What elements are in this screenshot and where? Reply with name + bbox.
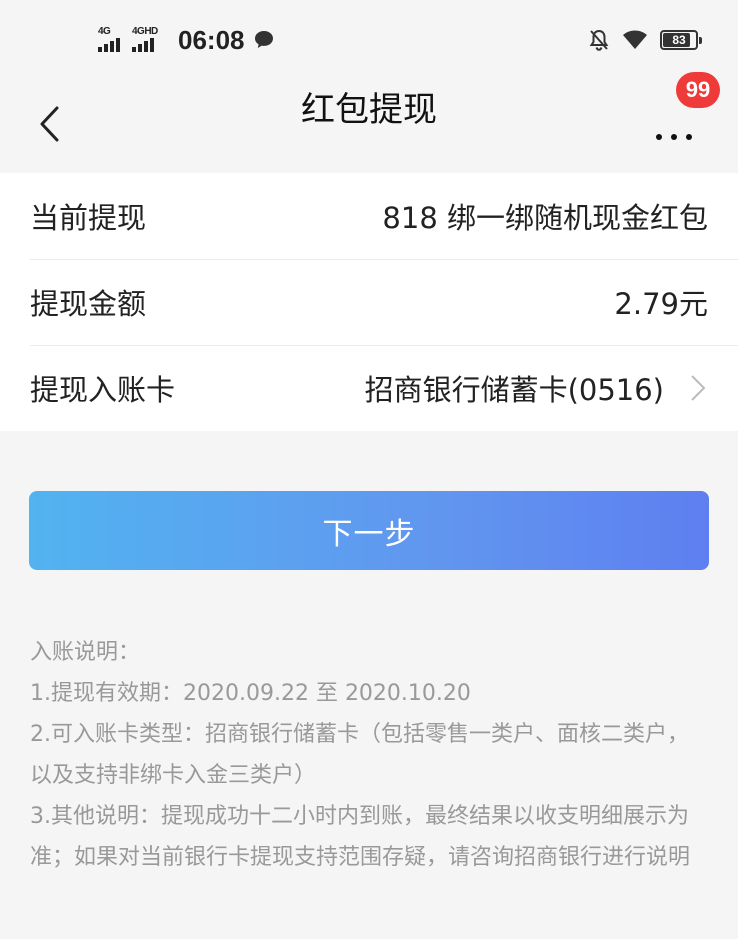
notification-badge: 99 xyxy=(676,72,720,108)
notes-line-2: 2.可入账卡类型：招商银行储蓄卡（包括零售一类户、面核二类户，以及支持非绑卡入金… xyxy=(30,722,689,788)
wifi-icon xyxy=(623,30,647,49)
chat-bubble-icon xyxy=(254,31,273,48)
battery-level: 83 xyxy=(672,33,686,47)
signal-4g-icon: 4G xyxy=(98,26,124,54)
current-withdraw-row: 当前提现 818 绑一绑随机现金红包 xyxy=(0,173,738,259)
next-step-button[interactable]: 下一步 xyxy=(29,491,709,570)
signal-2-label: 4GHD xyxy=(132,26,158,37)
card-label: 提现入账卡 xyxy=(30,373,176,407)
chevron-right-icon xyxy=(691,375,706,401)
current-withdraw-value: 818 绑一绑随机现金红包 xyxy=(382,201,708,235)
amount-value: 2.79元 xyxy=(614,287,708,321)
signal-4ghd-icon: 4GHD xyxy=(132,26,164,54)
status-right: 83 xyxy=(588,24,702,56)
mute-bell-icon xyxy=(589,29,609,51)
battery-icon: 83 xyxy=(660,30,702,50)
current-withdraw-label: 当前提现 xyxy=(30,201,147,235)
card-value: 招商银行储蓄卡(0516) xyxy=(364,373,664,407)
clock: 06:08 xyxy=(178,24,245,55)
notes-section: 入账说明： 1.提现有效期：2020.09.22 至 2020.10.20 2.… xyxy=(30,632,710,878)
notes-title: 入账说明： xyxy=(30,640,141,665)
notes-line-3: 3.其他说明：提现成功十二小时内到账，最终结果以收支明细展示为准；如果对当前银行… xyxy=(30,804,691,870)
more-dots-icon xyxy=(656,134,692,140)
card-row[interactable]: 提现入账卡 招商银行储蓄卡(0516) xyxy=(0,345,738,431)
notes-line-1: 1.提现有效期：2020.09.22 至 2020.10.20 xyxy=(30,681,471,706)
status-left: 4G 4GHD 06:08 xyxy=(98,22,275,58)
card-value-wrap: 招商银行储蓄卡(0516) xyxy=(365,367,708,409)
withdraw-info-panel: 当前提现 818 绑一绑随机现金红包 提现金额 2.79元 提现入账卡 招商银行… xyxy=(0,173,738,431)
status-bar: 4G 4GHD 06:08 83 xyxy=(0,0,738,80)
signal-1-label: 4G xyxy=(98,26,111,37)
page-title: 红包提现 xyxy=(301,90,437,130)
amount-row: 提现金额 2.79元 xyxy=(0,259,738,345)
nav-bar: 红包提现 xyxy=(0,80,738,172)
amount-label: 提现金额 xyxy=(30,287,147,321)
